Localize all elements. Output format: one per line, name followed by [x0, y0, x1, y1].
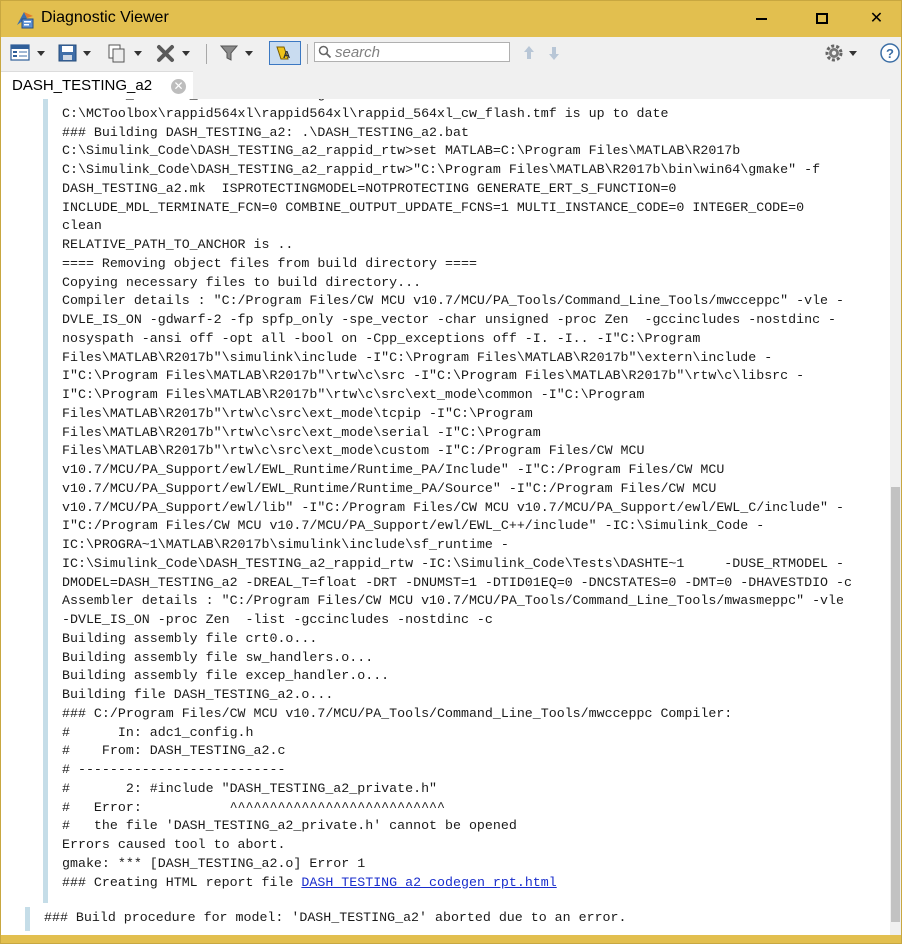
toolbar: A search ?	[1, 37, 901, 69]
log-line: # In: adc1_config.h	[62, 724, 254, 740]
title-bar[interactable]: Diagnostic Viewer ✕	[1, 1, 901, 37]
window-bottom-border	[1, 935, 901, 943]
log-line: nosyspath -ansi off -opt all -bool on -C…	[62, 330, 701, 346]
log-line: # --------------------------	[62, 762, 286, 777]
filter-button[interactable]	[218, 42, 258, 64]
previous-match-button[interactable]	[521, 42, 537, 64]
log-line: Assembler details : "C:/Program Files/CW…	[62, 593, 844, 609]
log-line: RELATIVE_PATH_TO_ANCHOR is ..	[62, 237, 294, 252]
log-line: C:\MCToolbox\rappid564xl\rappid564xl\rap…	[62, 105, 669, 121]
log-line: I"C:\Program Files\MATLAB\R2017b"\rtw\c\…	[62, 368, 805, 384]
settings-button[interactable]	[823, 42, 863, 64]
final-message-row: ### Build procedure for model: 'DASH_TES…	[1, 907, 890, 931]
log-line: Building file DASH_TESTING_a2.o...	[62, 687, 334, 702]
search-box[interactable]	[314, 42, 510, 62]
log-line: I"C:\Program Files\MATLAB\R2017b"\rtw\c\…	[62, 387, 645, 402]
highlight-toggle[interactable]: A	[269, 41, 301, 65]
log-line: v10.7/MCU/PA_Support/ewl/EWL_Runtime/Run…	[62, 462, 725, 477]
log-line: Building assembly file sw_handlers.o...	[62, 649, 374, 665]
app-icon	[15, 9, 35, 29]
scrollbar-thumb[interactable]	[891, 487, 900, 922]
log-line: -DVLE_IS_ON -proc Zen -list -gccincludes…	[62, 612, 493, 627]
next-match-button[interactable]	[546, 42, 562, 64]
log-line: INCLUDE_MDL_TERMINATE_FCN=0 COMBINE_OUTP…	[62, 199, 805, 215]
log-line: # Error: ^^^^^^^^^^^^^^^^^^^^^^^^^^^	[62, 799, 446, 815]
save-button[interactable]	[57, 42, 97, 64]
toolbar-separator	[307, 44, 308, 64]
log-line: C:\Simulink_Code\DASH_TESTING_a2_rappid_…	[62, 143, 741, 159]
toolbar-separator	[206, 44, 207, 64]
report-link[interactable]: DASH_TESTING_a2_codegen_rpt.html	[301, 875, 556, 890]
report-line-prefix: ### Creating HTML report file	[62, 874, 302, 890]
tab-dash-testing-a2[interactable]: DASH_TESTING_a2 ✕	[1, 71, 193, 100]
svg-text:A: A	[283, 50, 290, 61]
help-button[interactable]: ?	[879, 42, 901, 64]
tab-strip: DASH_TESTING_a2 ✕	[1, 69, 901, 100]
log-line: clean	[62, 218, 102, 234]
log-line: Compiler details : "C:/Program Files/CW …	[62, 293, 844, 309]
log-line: Copying necessary files to build directo…	[62, 274, 422, 290]
svg-text:?: ?	[886, 46, 894, 61]
search-icon	[318, 45, 332, 64]
close-button[interactable]: ✕	[852, 1, 901, 37]
log-line: v10.7/MCU/PA_Support/ewl/lib" -I"C:/Prog…	[62, 499, 844, 515]
maximize-button[interactable]	[792, 1, 851, 37]
log-line: Files\MATLAB\R2017b"\rtw\c\src\ext_mode\…	[62, 405, 533, 421]
log-line: ### C:/Program Files/CW MCU v10.7/MCU/PA…	[62, 705, 733, 721]
log-line: gmake: *** [DASH_TESTING_a2.o] Error 1	[62, 855, 366, 871]
log-line: DVLE_IS_ON -gdwarf-2 -fp spfp_only -spe_…	[62, 312, 837, 327]
log-line: Files\MATLAB\R2017b"\rtw\c\src\ext_mode\…	[62, 424, 541, 440]
log-line: # the file 'DASH_TESTING_a2_private.h' c…	[62, 818, 517, 834]
tab-label: DASH_TESTING_a2	[12, 77, 153, 94]
log-line: Building assembly file excep_handler.o..…	[62, 668, 390, 684]
log-line: Errors caused tool to abort.	[62, 837, 286, 852]
log-line: ==== Removing object files from build di…	[62, 255, 477, 271]
log-line: Building assembly file crt0.o...	[62, 630, 318, 646]
search-input[interactable]	[335, 44, 505, 60]
log-content: ### DASH_TESTING_a2.mk which is generate…	[45, 99, 890, 903]
log-line: I"C:/Program Files/CW MCU v10.7/MCU/PA_S…	[62, 518, 765, 534]
log-lines: ### DASH_TESTING_a2.mk which is generate…	[62, 99, 852, 892]
log-line: IC:\PROGRA~1\MATLAB\R2017b\simulink\incl…	[62, 537, 509, 552]
copy-button[interactable]	[106, 42, 146, 64]
clear-button[interactable]	[156, 42, 196, 64]
log-line: DMODEL=DASH_TESTING_a2 -DREAL_T=float -D…	[62, 574, 852, 590]
log-line: Files\MATLAB\R2017b"\simulink\include -I…	[62, 349, 773, 365]
log-line: ### Building DASH_TESTING_a2: .\DASH_TES…	[62, 124, 469, 140]
final-message: ### Build procedure for model: 'DASH_TES…	[44, 910, 627, 925]
view-menu-button[interactable]	[9, 42, 49, 64]
log-line: C:\Simulink_Code\DASH_TESTING_a2_rappid_…	[62, 162, 821, 177]
window-title: Diagnostic Viewer	[41, 9, 169, 26]
vertical-scrollbar[interactable]	[890, 99, 901, 935]
log-line: # From: DASH_TESTING_a2.c	[62, 743, 286, 759]
log-line: IC:\Simulink_Code\DASH_TESTING_a2_rappid…	[62, 555, 844, 571]
maximize-icon	[815, 13, 828, 25]
diagnostic-viewer-window: Diagnostic Viewer ✕ A search ? DASH_TEST…	[0, 0, 902, 944]
tab-close-icon[interactable]: ✕	[171, 79, 186, 94]
final-group-indicator	[25, 907, 30, 931]
log-line: v10.7/MCU/PA_Support/ewl/EWL_Runtime/Run…	[62, 480, 717, 496]
minimize-icon	[756, 17, 767, 20]
log-line: # 2: #include "DASH_TESTING_a2_private.h…	[62, 780, 438, 796]
minimize-button[interactable]	[732, 1, 791, 37]
log-line: DASH_TESTING_a2.mk ISPROTECTINGMODEL=NOT…	[62, 180, 677, 196]
log-line: ### DASH_TESTING_a2.mk which is generate…	[62, 99, 429, 102]
log-line: Files\MATLAB\R2017b"\rtw\c\src\ext_mode\…	[62, 443, 645, 459]
log-panel: ### DASH_TESTING_a2.mk which is generate…	[1, 99, 890, 935]
